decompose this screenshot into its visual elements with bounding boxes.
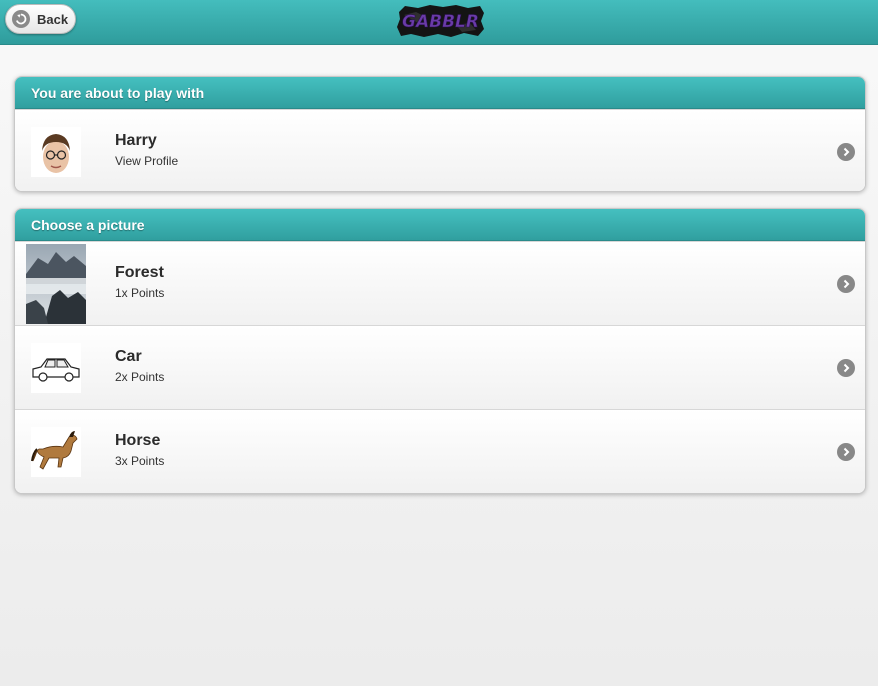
picture-points: 1x Points [115,286,165,300]
picture-panel: Choose a picture Forest 1x Points Car 2x… [14,208,866,494]
picture-item-car[interactable]: Car 2x Points [15,325,865,409]
forest-thumbnail [26,244,86,324]
picture-name: Horse [115,432,161,449]
chevron-right-icon [837,443,855,461]
gabblr-logo: GABBLR [396,3,485,38]
picture-panel-title: Choose a picture [15,209,865,241]
logo-text: GABBLR [402,12,479,32]
picture-points: 2x Points [115,370,165,384]
chevron-right-icon [837,275,855,293]
chevron-right-icon [837,359,855,377]
picture-name: Car [115,348,142,365]
chevron-right-icon [837,143,855,161]
car-thumbnail [31,343,81,393]
picture-item-horse[interactable]: Horse 3x Points [15,409,865,493]
player-avatar [31,127,81,177]
horse-thumbnail [31,427,81,477]
opponent-panel-title: You are about to play with [15,77,865,109]
picture-item-forest[interactable]: Forest 1x Points [15,241,865,325]
player-name: Harry [115,132,157,149]
back-arrow-icon [12,10,30,28]
picture-name: Forest [115,264,164,281]
back-button-label: Back [37,11,69,27]
view-profile-text: View Profile [115,154,179,168]
opponent-row[interactable]: Harry View Profile [15,109,865,191]
picture-points: 3x Points [115,454,165,468]
back-button[interactable]: Back [5,4,76,34]
opponent-panel: You are about to play with Harry View Pr… [14,76,866,192]
app-header: Back GABBLR [0,0,878,45]
